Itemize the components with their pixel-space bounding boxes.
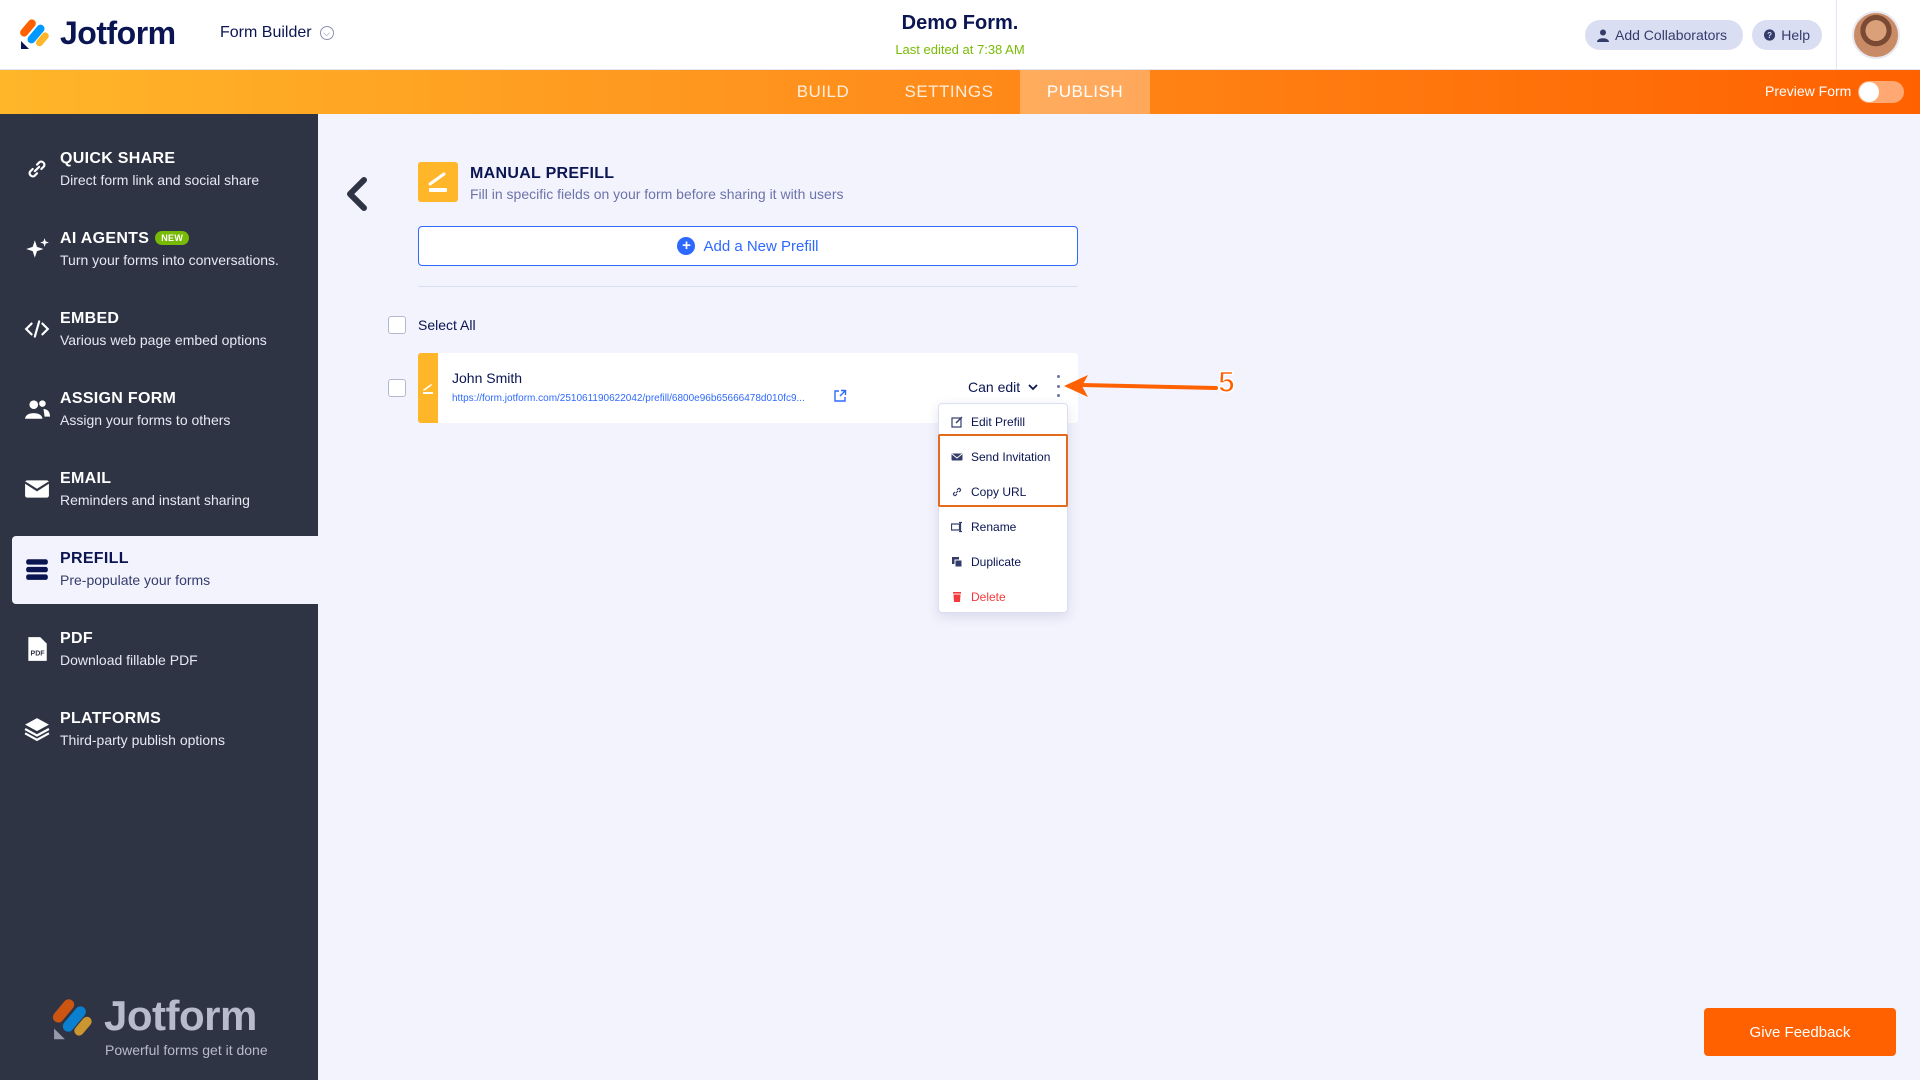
sidebar-item-embed[interactable]: EMBED Various web page embed options [12, 296, 318, 364]
sidebar-item-desc: Various web page embed options [60, 332, 267, 348]
rename-icon [951, 521, 962, 532]
add-collaborators-label: Add Collaborators [1615, 27, 1728, 43]
select-all-label: Select All [418, 317, 476, 333]
top-header: Jotform Form Builder ⌵ Demo Form. Last e… [0, 0, 1920, 70]
svg-text:PDF: PDF [31, 651, 46, 658]
sidebar-item-desc: Reminders and instant sharing [60, 492, 250, 508]
help-button[interactable]: ? Help [1752, 20, 1822, 50]
sidebar-item-platforms[interactable]: PLATFORMS Third-party publish options [12, 696, 318, 764]
new-badge: NEW [155, 231, 190, 245]
users-icon [25, 400, 50, 419]
help-icon: ? [1764, 29, 1776, 41]
section-title: MANUAL PREFILL [470, 165, 615, 182]
add-new-prefill-label: Add a New Prefill [703, 237, 819, 255]
duplicate-icon [952, 556, 963, 567]
give-feedback-button[interactable]: Give Feedback [1704, 1008, 1896, 1056]
user-avatar[interactable] [1852, 11, 1900, 59]
divider [418, 286, 1078, 287]
sidebar-item-desc: Assign your forms to others [60, 412, 231, 428]
prefill-name: John Smith [452, 370, 523, 386]
sidebar-item-desc: Direct form link and social share [60, 172, 260, 188]
footer-logo-tagline: Powerful forms get it done [105, 1042, 268, 1058]
layers-icon [24, 718, 50, 742]
preview-form-label: Preview Form [1765, 83, 1852, 99]
sidebar-item-title: ASSIGN FORM [60, 390, 177, 407]
annotation-arrow [1064, 375, 1218, 397]
publish-sidebar: QUICK SHARE Direct form link and social … [0, 114, 318, 1080]
user-icon [1597, 29, 1609, 42]
tab-build[interactable]: BUILD [778, 70, 868, 114]
svg-text:?: ? [1767, 31, 1772, 40]
menu-item-duplicate[interactable]: Duplicate [939, 544, 1069, 579]
sidebar-item-title: PREFILL [60, 550, 129, 567]
tab-settings[interactable]: SETTINGS [890, 70, 1008, 114]
plus-icon: + [677, 237, 696, 255]
sparkle-icon [26, 238, 49, 258]
section-description: Fill in specific fields on your form bef… [470, 186, 844, 202]
menu-item-label: Delete [971, 589, 1006, 604]
jotform-logo-icon [52, 999, 92, 1040]
permission-label: Can edit [968, 379, 1021, 395]
footer-logo-wordmark: Jotform [104, 992, 257, 1039]
sidebar-item-title: QUICK SHARE [60, 150, 176, 167]
builder-nav-bar: BUILD SETTINGS PUBLISH Preview Form [0, 70, 1920, 114]
select-all-checkbox[interactable] [388, 316, 406, 334]
permission-dropdown[interactable]: Can edit [968, 379, 1038, 395]
menu-item-label: Rename [971, 519, 1017, 534]
sidebar-item-quick-share[interactable]: QUICK SHARE Direct form link and social … [12, 136, 318, 204]
envelope-icon [24, 480, 50, 498]
link-icon [28, 160, 46, 178]
menu-item-label: Edit Prefill [971, 414, 1026, 429]
annotation-step-number: 5 [1217, 365, 1235, 400]
sidebar-item-title-text: AI AGENTS [60, 230, 150, 247]
sidebar-item-desc: Pre-populate your forms [60, 572, 211, 588]
tab-publish[interactable]: PUBLISH [1020, 70, 1150, 114]
sidebar-item-email[interactable]: EMAIL Reminders and instant sharing [12, 456, 318, 524]
row-stripe [418, 353, 438, 423]
external-link-icon[interactable] [833, 389, 847, 403]
sidebar-item-desc: Download fillable PDF [60, 652, 198, 668]
prefill-url-link[interactable]: https://form.jotform.com/251061190622042… [452, 393, 832, 404]
toggle-knob [1859, 82, 1879, 102]
trash-icon [953, 591, 961, 602]
preview-form-toggle[interactable] [1858, 81, 1904, 103]
sidebar-item-desc: Turn your forms into conversations. [60, 252, 279, 268]
pdf-icon: PDF [28, 637, 47, 661]
add-new-prefill-button[interactable]: + Add a New Prefill [418, 226, 1078, 266]
menu-item-rename[interactable]: Rename [939, 509, 1069, 544]
database-icon [26, 559, 48, 580]
menu-item-delete[interactable]: Delete [939, 579, 1069, 614]
sidebar-item-title: PLATFORMS [60, 710, 162, 727]
header-divider [1836, 0, 1837, 70]
add-collaborators-button[interactable]: Add Collaborators [1585, 20, 1743, 50]
sidebar-item-title: AI AGENTS NEW [60, 230, 190, 248]
back-arrow-icon[interactable] [344, 176, 372, 212]
highlight-box [938, 434, 1068, 507]
sidebar-item-assign-form[interactable]: ASSIGN FORM Assign your forms to others [12, 376, 318, 444]
sidebar-item-ai-agents[interactable]: AI AGENTS NEW Turn your forms into conver… [12, 216, 318, 284]
row-checkbox[interactable] [388, 379, 406, 397]
sidebar-item-pdf[interactable]: PDF PDF Download fillable PDF [12, 616, 318, 684]
prefill-row-icon [423, 384, 433, 394]
sidebar-item-title: PDF [60, 630, 93, 647]
help-label: Help [1781, 27, 1810, 43]
edit-icon [951, 416, 963, 428]
sidebar-item-desc: Third-party publish options [60, 732, 225, 748]
chevron-down-icon [1028, 383, 1038, 390]
sidebar-item-title: EMAIL [60, 470, 112, 487]
sidebar-item-title: EMBED [60, 310, 120, 327]
menu-item-label: Duplicate [971, 554, 1022, 569]
prefill-edit-icon [418, 162, 458, 202]
code-icon [24, 320, 50, 338]
sidebar-item-prefill[interactable]: PREFILL Pre-populate your forms [12, 536, 318, 604]
